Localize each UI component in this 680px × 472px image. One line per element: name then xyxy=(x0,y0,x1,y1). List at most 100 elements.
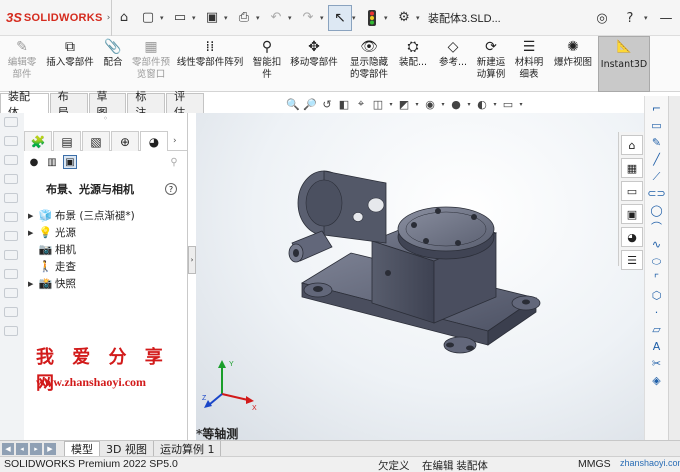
home-icon[interactable]: ⌂ xyxy=(112,6,136,30)
fillet-icon[interactable]: ⌜ xyxy=(654,270,659,287)
user-icon[interactable]: ◎ xyxy=(588,6,616,30)
apply-scene-icon[interactable]: ◐ xyxy=(475,98,489,111)
chevron-down-icon[interactable]: ▾ xyxy=(160,14,168,22)
plane-icon[interactable]: ▱ xyxy=(652,321,660,338)
chevron-down-icon[interactable]: ▾ xyxy=(224,14,232,22)
solidworks-logo[interactable]: 3S SOLIDWORKS › xyxy=(0,0,112,36)
vertical-scrollbar[interactable] xyxy=(668,96,680,440)
chevron-right-icon[interactable]: › xyxy=(107,13,111,23)
move-component-button[interactable]: ✥ 移动零部件 xyxy=(286,38,342,69)
previous-view-icon[interactable]: ↺ xyxy=(320,98,334,111)
tab-layout[interactable]: 布局 xyxy=(49,90,88,119)
help-icon[interactable]: ? xyxy=(165,183,177,195)
dimxpert-manager-tab-icon[interactable]: ⊕ xyxy=(111,131,139,151)
last-tab-icon[interactable]: ▶ xyxy=(44,442,56,455)
show-hidden-button[interactable]: 👁 显示隐藏 的零部件 xyxy=(344,38,394,81)
zoom-to-fit-icon[interactable]: 🔍 xyxy=(286,98,300,111)
bom-button[interactable]: ☰ 材料明 细表 xyxy=(510,38,548,81)
undo-icon[interactable]: ↶ xyxy=(264,6,288,30)
appearances-scenes-icon[interactable]: ◕ xyxy=(621,227,643,247)
tree-item-walkthrough[interactable]: 🚶 走查 xyxy=(24,258,187,275)
dynamic-annotation-icon[interactable]: ⌖ xyxy=(354,97,368,111)
new-motion-study-button[interactable]: ⟳ 新建运 动算例 xyxy=(472,38,510,81)
decals-icon[interactable]: ▥ xyxy=(45,155,59,169)
expand-arrow-icon[interactable]: ▶ xyxy=(28,280,38,288)
help-icon[interactable]: ? xyxy=(616,6,644,30)
select-arrow-icon[interactable]: ↖ xyxy=(328,4,352,31)
tab-sketch[interactable]: 草图 xyxy=(88,90,127,119)
display-style-icon[interactable]: ◩ xyxy=(397,98,411,111)
tree-item-lights[interactable]: ▶ 💡 光源 xyxy=(24,224,187,241)
display-manager-tab-icon[interactable]: ◕ xyxy=(140,131,168,151)
tab-motion-study-1[interactable]: 运动算例 1 xyxy=(153,440,222,457)
assembly-feature-button[interactable]: ⛭ 装配... xyxy=(396,38,430,69)
chevron-down-icon[interactable]: ▾ xyxy=(518,101,524,108)
explode-view-button[interactable]: ✺ 爆炸视图 xyxy=(550,38,596,69)
trim-icon[interactable]: ✂ xyxy=(652,355,661,372)
design-library-icon[interactable]: ▦ xyxy=(621,158,643,178)
view-orientation-icon[interactable]: ◫ xyxy=(371,98,385,111)
open-folder-icon[interactable]: ▭ xyxy=(168,6,192,30)
convert-entities-icon[interactable]: ◈ xyxy=(652,372,660,389)
slot-icon[interactable]: ⊂⊃ xyxy=(647,185,665,202)
chevron-down-icon[interactable]: ▾ xyxy=(384,14,392,22)
point-icon[interactable]: · xyxy=(655,304,659,321)
expand-arrow-icon[interactable]: ▶ xyxy=(28,229,38,237)
tab-evaluate[interactable]: 评估 xyxy=(166,90,204,119)
line-icon[interactable]: ╱ xyxy=(653,151,660,168)
hide-show-items-icon[interactable]: ◉ xyxy=(423,98,437,111)
rectangle-icon[interactable]: ▭ xyxy=(651,117,661,134)
appearances-icon[interactable]: ● xyxy=(27,155,41,169)
next-tab-icon[interactable]: ▸ xyxy=(30,442,42,455)
chevron-down-icon[interactable]: ▾ xyxy=(492,101,498,108)
redo-icon[interactable]: ↷ xyxy=(296,6,320,30)
tab-3d-views[interactable]: 3D 视图 xyxy=(100,440,154,457)
prev-tab-icon[interactable]: ◂ xyxy=(16,442,28,455)
configuration-manager-tab-icon[interactable]: ▧ xyxy=(82,131,110,151)
status-units[interactable]: MMGS xyxy=(578,458,611,470)
file-explorer-icon[interactable]: ▭ xyxy=(621,181,643,201)
minimize-icon[interactable]: — xyxy=(652,6,680,30)
chevron-down-icon[interactable]: ▾ xyxy=(414,101,420,108)
chevron-down-icon[interactable]: ▾ xyxy=(388,101,394,108)
circle-icon[interactable]: ◯ xyxy=(650,202,662,219)
preview-window-button[interactable]: ▦ 零部件预 览窗口 xyxy=(128,38,174,81)
arc-icon[interactable]: ⌒ xyxy=(651,219,662,236)
chevron-down-icon[interactable]: ▾ xyxy=(288,14,296,22)
smart-fastener-button[interactable]: ⚲ 智能扣件 xyxy=(248,38,286,81)
panel-splitter-handle[interactable]: ◦ xyxy=(24,113,187,125)
instant3d-button[interactable]: 📐 Instant3D xyxy=(598,36,650,92)
ellipse-icon[interactable]: ⬭ xyxy=(652,253,661,270)
chevron-down-icon[interactable]: ▾ xyxy=(440,101,446,108)
chevron-down-icon[interactable]: ▾ xyxy=(644,14,652,22)
search-icon[interactable]: ⚲ xyxy=(167,155,181,169)
gear-icon[interactable]: ⚙ xyxy=(392,6,416,30)
corner-rect-icon[interactable]: ⌐ xyxy=(652,100,661,117)
expand-arrow-icon[interactable]: ▶ xyxy=(28,212,38,220)
smart-dimension-icon[interactable]: ✎ xyxy=(652,134,661,151)
polygon-icon[interactable]: ⬡ xyxy=(652,287,662,304)
insert-component-button[interactable]: ⧉ 插入零部件 xyxy=(42,38,98,69)
tab-markup[interactable]: 标注 xyxy=(127,90,166,119)
new-document-icon[interactable]: ▢ xyxy=(136,6,160,30)
scene-lights-cameras-icon[interactable]: ▣ xyxy=(63,155,77,169)
reference-geometry-button[interactable]: ◇ 参考... xyxy=(434,38,472,69)
tree-item-snapshots[interactable]: ▶ 📸 快照 xyxy=(24,275,187,292)
chevron-right-icon[interactable]: › xyxy=(173,136,177,146)
graphics-area[interactable]: Y X Z *等轴测 xyxy=(196,113,644,440)
panel-collapse-handle[interactable]: › xyxy=(188,246,196,274)
traffic-light-icon[interactable] xyxy=(360,6,384,30)
edit-component-button[interactable]: ✎ 编辑零 部件 xyxy=(2,38,42,81)
tab-assembly[interactable]: 装配体 xyxy=(0,90,49,119)
mate-button[interactable]: 📎 配合 xyxy=(98,38,128,69)
chevron-down-icon[interactable]: ▾ xyxy=(192,14,200,22)
solidworks-resources-icon[interactable]: ⌂ xyxy=(621,135,643,155)
save-icon[interactable]: ▣ xyxy=(200,6,224,30)
feature-manager-tab-icon[interactable]: 🧩 xyxy=(24,131,52,151)
chevron-down-icon[interactable]: ▾ xyxy=(320,14,328,22)
tree-item-scene[interactable]: ▶ 🧊 布景 (三点渐褪*) xyxy=(24,207,187,224)
chevron-down-icon[interactable]: ▾ xyxy=(256,14,264,22)
print-icon[interactable]: ⎙ xyxy=(232,6,256,30)
view-palette-icon[interactable]: ▣ xyxy=(621,204,643,224)
assembly-model[interactable] xyxy=(196,113,644,440)
